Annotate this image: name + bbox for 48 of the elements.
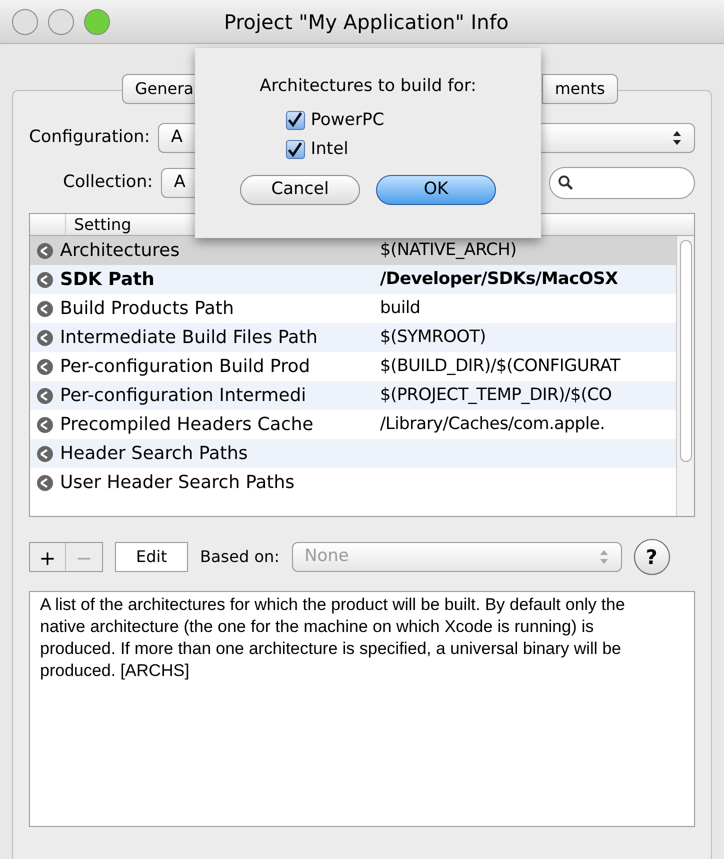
checkbox[interactable] <box>286 110 305 130</box>
description-text: A list of the architectures for which the product will be built. By default only the native architecture (the one for the machine on which Xcode is running) is produced. If more than one architecture is specified, a universal binary will be produced. [ARCHS] <box>40 594 626 682</box>
table-row[interactable]: Header Search Paths <box>30 439 676 468</box>
field-label: Configuration: <box>29 126 150 150</box>
setting-value: $(NATIVE_ARCH) <box>380 238 516 262</box>
tab[interactable]: ments <box>542 74 618 104</box>
description-text-area[interactable] <box>29 591 695 827</box>
checkbox-label: Intel <box>310 138 348 161</box>
setting-name: Per-configuration Build Prod <box>60 355 312 379</box>
field-label: Collection: <box>63 171 153 194</box>
add-button[interactable]: + <box>30 543 66 571</box>
cancel-button[interactable]: Cancel <box>240 174 360 204</box>
check-icon <box>287 112 304 128</box>
stepper-arrows-icon <box>598 549 609 565</box>
setting-name: Build Products Path <box>60 297 235 321</box>
setting-name: Intermediate Build Files Path <box>60 326 319 350</box>
check-icon <box>287 142 304 158</box>
checkbox-label: PowerPC <box>310 108 384 132</box>
setting-name: SDK Path <box>60 268 156 292</box>
table-row[interactable]: SDK Path /Developer/SDKs/MacOSX <box>30 265 676 294</box>
setting-name: User Header Search Paths <box>60 471 296 495</box>
window-title: Project "My Application" Info <box>224 8 509 36</box>
checkbox[interactable] <box>286 140 305 160</box>
search-field[interactable] <box>549 167 695 199</box>
setting-value: build <box>380 296 420 320</box>
column-header[interactable]: Setting <box>66 214 132 235</box>
setting-name: Header Search Paths <box>60 442 249 466</box>
sheet-title: Architectures to build for: <box>260 75 476 98</box>
ok-button[interactable]: OK <box>376 174 496 204</box>
setting-value: /Developer/SDKs/MacOSX <box>380 268 618 291</box>
table-row[interactable]: Architectures $(NATIVE_ARCH) <box>30 236 676 265</box>
setting-name: Precompiled Headers Cache <box>60 413 314 437</box>
help-button[interactable]: ? <box>634 539 670 575</box>
window-control-button[interactable] <box>48 8 74 34</box>
setting-value: $(PROJECT_TEMP_DIR)/$(CO <box>380 384 612 407</box>
search-icon <box>558 175 574 191</box>
window-control-button[interactable] <box>12 8 38 34</box>
setting-value: $(BUILD_DIR)/$(CONFIGURAT <box>380 354 620 378</box>
edit-button[interactable]: Edit <box>115 542 188 572</box>
setting-name: Per-configuration Intermedi <box>60 384 308 408</box>
window-control-button[interactable] <box>84 8 110 34</box>
table-row[interactable]: Intermediate Build Files Path $(SYMROOT) <box>30 323 676 352</box>
setting-value: /Library/Caches/com.apple. <box>380 412 605 436</box>
setting-name: Architectures <box>60 239 181 263</box>
setting-value: $(SYMROOT) <box>380 326 486 349</box>
stepper-arrows-icon <box>672 130 682 146</box>
field-label: Based on: <box>200 546 280 568</box>
table-row[interactable]: Per-configuration Intermedi $(PROJECT_TEMP_DIR)/$(CO <box>30 381 676 410</box>
